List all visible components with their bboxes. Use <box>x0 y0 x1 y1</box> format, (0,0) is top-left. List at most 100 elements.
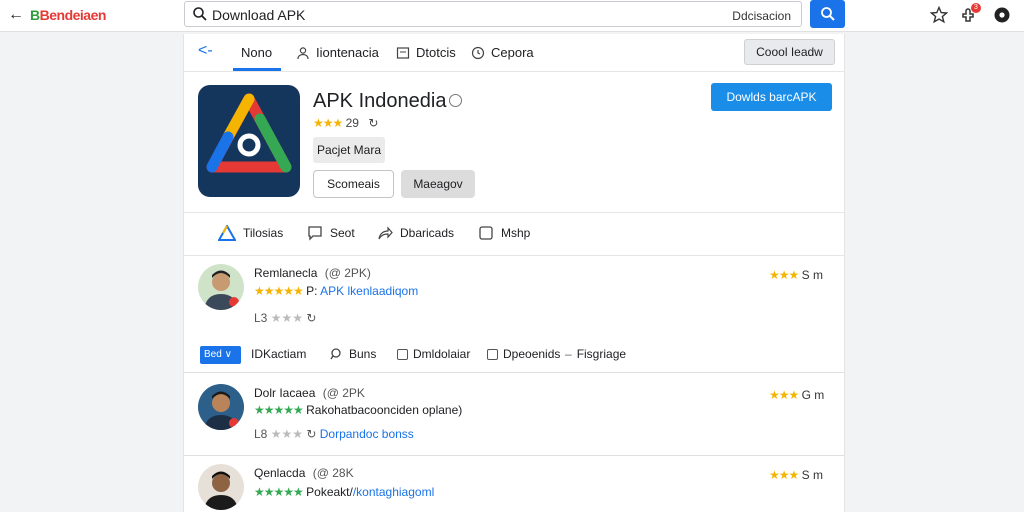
checkbox-icon <box>397 348 408 360</box>
action-label: Seot <box>330 226 355 240</box>
brand-logo[interactable]: BBendeiaen <box>30 7 106 23</box>
tab-3[interactable]: Dtotcis <box>396 45 456 60</box>
download-apk-button[interactable]: Dowlds barcAPK <box>711 83 832 111</box>
logo-a-icon <box>218 225 236 241</box>
meta-count: L8 <box>254 427 268 441</box>
checkbox-icon <box>487 348 498 360</box>
review-prefix: P: <box>306 284 318 298</box>
review-text: ★★★★★ P: APK lkenlaadiqom <box>254 284 418 298</box>
filter-item[interactable]: IDKactiam <box>251 347 306 361</box>
manage-button[interactable]: Maeagov <box>401 170 475 198</box>
right-stars: ★★★ <box>769 388 799 402</box>
review-rating-right: ★★★ S m <box>769 468 823 482</box>
person-icon <box>297 46 309 59</box>
refresh-icon[interactable]: ↻ <box>306 427 316 441</box>
filter-item[interactable]: – Fisgriage <box>565 347 626 361</box>
author-name: Dolr Iacaea <box>254 386 316 400</box>
action-row: Tilosias Seot Dbaricads Mshp <box>184 212 844 256</box>
back-icon[interactable]: <- <box>198 42 213 60</box>
filter-item[interactable]: Buns <box>330 347 376 361</box>
meta-count: L3 <box>254 311 268 325</box>
right-text: S m <box>801 468 823 482</box>
right-stars: ★★★ <box>769 468 799 482</box>
info-icon[interactable] <box>449 94 462 107</box>
right-text: G m <box>801 388 825 402</box>
tab-label: Iiontenacia <box>316 45 379 60</box>
review-text: ★★★★★ Pokeakt//kontaghiagoml <box>254 485 434 499</box>
profile-gear-icon[interactable] <box>993 6 1011 24</box>
rating-stars: ★★★ <box>313 116 343 130</box>
divider <box>184 455 844 456</box>
review-rating-right: ★★★ S m <box>769 268 823 282</box>
app-rating: ★★★ 29 ↻ <box>313 116 378 130</box>
pill-label: Bed <box>204 349 222 360</box>
tab-home[interactable]: Nono <box>241 45 272 60</box>
search-button[interactable] <box>810 0 845 28</box>
action-item[interactable]: Dbaricads <box>377 225 454 241</box>
avatar <box>198 264 244 310</box>
review-text: ★★★★★ Rakohatbacoonciden oplane) <box>254 403 462 417</box>
category-chip[interactable]: Pacjet Mara <box>313 137 386 163</box>
review-author: Remlanecla (@ 2PK) <box>254 266 371 280</box>
filter-item[interactable]: Dmldolaiar <box>397 347 470 361</box>
action-item[interactable]: Seot <box>307 225 355 241</box>
review-author: Dolr Iacaea (@ 2PK <box>254 386 365 400</box>
author-name: Qenlacda <box>254 466 306 480</box>
filter-bar: Bed ∨ IDKactiam Buns Dmldolaiar Dpeoenid… <box>184 335 844 373</box>
back-arrow-icon[interactable]: ← <box>8 6 24 24</box>
meta-link[interactable]: Dorpandoc bonss <box>320 427 414 441</box>
notification-badge: 3 <box>971 3 981 13</box>
dash-icon: – <box>565 347 572 361</box>
active-tab-indicator <box>233 68 281 71</box>
app-logo-icon <box>198 85 300 197</box>
star-bookmark-icon[interactable] <box>930 6 948 24</box>
filter-item[interactable]: Dpeoenids <box>487 347 560 361</box>
author-tag: (@ 28K <box>312 466 354 480</box>
search-icon <box>821 7 835 21</box>
action-label: Mshp <box>501 226 531 240</box>
checkbox-icon <box>479 226 493 240</box>
box-icon <box>396 46 410 59</box>
app-detail-panel: <- Nono Iiontenacia Dtotcis Cepora Coool… <box>183 34 845 512</box>
secondary-button[interactable]: Scomeais <box>313 170 394 198</box>
review-link[interactable]: APK lkenlaadiqom <box>320 284 418 298</box>
tab-label: Dtotcis <box>416 45 456 60</box>
tab-label: Cepora <box>491 45 534 60</box>
action-item[interactable]: Mshp <box>478 225 530 241</box>
review-stars: ★★★★★ <box>254 485 304 499</box>
action-label: Tilosias <box>243 226 284 240</box>
filter-pill[interactable]: Bed ∨ <box>200 346 241 364</box>
filter-label: Dmldolaiar <box>413 347 471 361</box>
action-label: Dbaricads <box>400 226 455 240</box>
review-stars: ★★★★★ <box>254 403 304 417</box>
tab-4[interactable]: Cepora <box>471 45 534 60</box>
tab-2[interactable]: Iiontenacia <box>296 45 379 60</box>
search-input[interactable]: Download APK Ddcisacion <box>184 1 802 27</box>
review-meta: L3 ★★★ ↻ <box>254 311 316 325</box>
search-icon <box>193 7 207 21</box>
tab-bar: <- Nono Iiontenacia Dtotcis Cepora Coool… <box>184 34 844 72</box>
review-author: Qenlacda (@ 28K <box>254 466 354 480</box>
review-meta: L8 ★★★ ↻ Dorpandoc bonss <box>254 427 414 441</box>
review-plain: Rakohatbacoonciden oplane) <box>306 403 463 417</box>
comment-icon <box>308 226 322 241</box>
review-rating-right: ★★★ G m <box>769 388 824 402</box>
refresh-icon[interactable]: ↻ <box>306 311 316 325</box>
avatar <box>198 384 244 430</box>
browser-toolbar: ← BBendeiaen Download APK Ddcisacion 3 <box>0 0 1024 32</box>
clock-icon <box>471 46 485 59</box>
author-tag: (@ 2PK) <box>324 266 371 280</box>
meta-stars: ★★★ <box>270 427 303 441</box>
meta-stars: ★★★ <box>270 311 303 325</box>
review-stars: ★★★★★ <box>254 284 304 298</box>
share-icon <box>378 226 393 240</box>
filter-label: Buns <box>349 347 377 361</box>
right-text: S m <box>801 268 823 282</box>
tab-label: Nono <box>241 45 273 60</box>
author-tag: (@ 2PK <box>322 386 365 400</box>
action-item[interactable]: Tilosias <box>218 225 283 241</box>
review-link[interactable]: /kontaghiagoml <box>353 485 434 499</box>
author-name: Remlanecla <box>254 266 318 280</box>
nav-right-button[interactable]: Coool Ieadw <box>744 39 835 65</box>
filter-label: IDKactiam <box>251 347 307 361</box>
